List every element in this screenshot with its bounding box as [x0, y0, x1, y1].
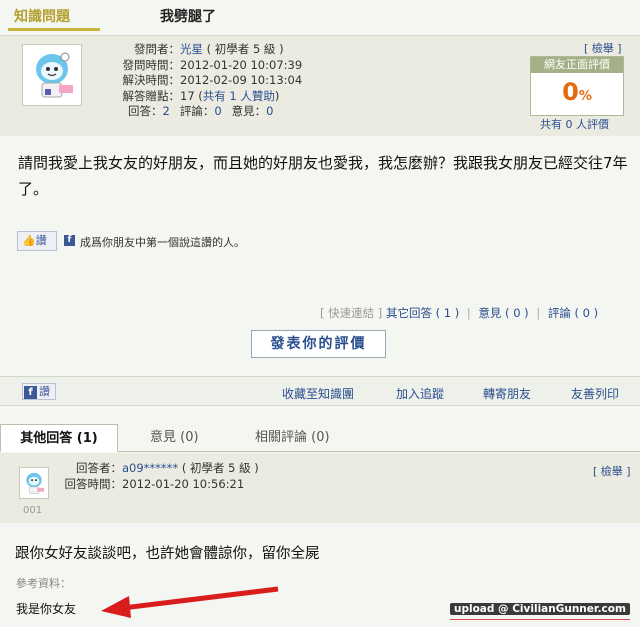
answer-time: 2012-01-20 10:56:21 [122, 476, 245, 491]
answer-tabs: 其他回答 (1) 意見 (0) 相關評論 (0) [0, 424, 640, 452]
rating-header: 網友正面評價 [531, 57, 623, 73]
collect-to-group-link[interactable]: 收藏至知識團 [282, 385, 354, 402]
asked-time-label: 發問時間： [122, 57, 181, 72]
like-prompt-text: 成爲你朋友中第一個說這讚的人。 [80, 236, 245, 249]
section-tab-knowledge-question[interactable]: 知識問題 [14, 6, 70, 26]
rating-percent: 0% [531, 73, 623, 116]
rating-value: 0 [562, 78, 579, 106]
answer-number: 001 [23, 505, 43, 516]
asker-label: 發問者： [134, 42, 180, 56]
like-button-label: 讚 [35, 234, 47, 247]
action-bar: f讚 收藏至知識團 加入追蹤 轉寄朋友 友善列印 [0, 376, 640, 406]
rating-unit: % [578, 89, 592, 104]
print-friendly-link[interactable]: 友善列印 [571, 385, 619, 402]
asker-level: ( 初學者 5 級 ) [206, 42, 284, 56]
answerer-name-link[interactable]: a09****** [122, 461, 178, 475]
tab-other-answers[interactable]: 其他回答 (1) [0, 424, 118, 452]
question-body: 請問我愛上我女友的好朋友，而且她的好朋友也愛我，我怎麼辦？我跟我女朋友已經交往7… [18, 154, 628, 198]
resolved-time: 2012-02-09 10:13:04 [180, 73, 303, 87]
resolved-time-label: 解決時間： [122, 73, 181, 87]
fb-like-label: 讚 [39, 385, 50, 398]
points-support-link[interactable]: 共有 1 人贊助 [203, 89, 275, 103]
forward-friend-link[interactable]: 轉寄朋友 [483, 385, 531, 402]
facebook-like-button[interactable]: 👍讚 [17, 231, 57, 251]
facebook-icon: f [64, 235, 75, 246]
points-close-paren: ) [274, 88, 280, 103]
asked-time: 2012-01-20 10:07:39 [180, 57, 303, 72]
answers-label: 回答： [128, 104, 163, 118]
answer-time-label: 回答時間： [64, 476, 123, 491]
separator: | [466, 306, 471, 320]
answerer-label: 回答者： [76, 461, 122, 475]
section-tab-underline [8, 28, 100, 31]
report-answer-link[interactable]: [ 檢舉 ] [593, 463, 631, 479]
rating-box: 網友正面評價 0% [530, 56, 624, 116]
report-question-link[interactable]: [ 檢舉 ] [584, 40, 622, 56]
question-stats: 回答： 2 評論： 0 意見： 0 [128, 104, 302, 120]
answer-meta-lines: 回答者：a09****** ( 初學者 5 級 ) 回答時間：2012-01-2… [62, 461, 259, 492]
opinions-label: 意見： [231, 104, 267, 118]
other-answers-link[interactable]: 其它回答 ( 1 ) [386, 306, 459, 320]
reference-label: 參考資料： [16, 577, 71, 590]
question-meta-lines: 發問者： 光星 ( 初學者 5 級 ) 發問時間： 2012-01-20 10:07… [100, 42, 303, 120]
answerer-level: ( 初學者 5 級 ) [181, 461, 259, 475]
tab-opinions[interactable]: 意見 (0) [150, 424, 199, 452]
separator: | [536, 306, 541, 320]
thumbs-up-icon: 👍 [22, 234, 36, 247]
comments-count: 0 [214, 104, 222, 118]
answers-count-link[interactable]: 2 [163, 104, 170, 120]
facebook-icon: f [24, 386, 37, 399]
add-follow-link[interactable]: 加入追蹤 [396, 385, 444, 402]
tab-related-comments[interactable]: 相關評論 (0) [255, 424, 330, 452]
mascot-icon [26, 472, 45, 494]
opinions-count: 0 [266, 104, 274, 118]
watermark: upload @ CivilianGunner.com [450, 603, 630, 615]
answerer-avatar[interactable] [19, 467, 49, 499]
answer-meta-panel: 回答者：a09****** ( 初學者 5 級 ) 回答時間：2012-01-2… [0, 453, 640, 523]
top-header: 知識問題 我劈腿了 [0, 0, 640, 36]
comments-link[interactable]: 評論 ( 0 ) [548, 306, 598, 320]
reference-text: 我是你女友 [16, 602, 77, 616]
quick-links: [ 快速連結 ] 其它回答 ( 1 ) | 意見 ( 0 ) | 評論 ( 0 … [320, 305, 598, 321]
facebook-like-button-small[interactable]: f讚 [22, 383, 56, 400]
points-value: 17 ( [180, 88, 203, 103]
watermark-underline [450, 619, 630, 620]
page-title: 我劈腿了 [160, 9, 216, 25]
asker-avatar[interactable] [22, 44, 82, 106]
opinions-link[interactable]: 意見 ( 0 ) [478, 306, 528, 320]
answer-body: 跟你女好友談談吧，也許她會體諒你，留你全屍 [15, 546, 320, 562]
question-info-panel: 發問者： 光星 ( 初學者 5 級 ) 發問時間： 2012-01-20 10:07… [0, 36, 640, 136]
points-label: 解答贈點： [122, 88, 181, 103]
asker-name-link[interactable]: 光星 [180, 42, 203, 56]
post-rating-button[interactable]: 發表你的評價 [251, 330, 386, 358]
rating-count-link[interactable]: 共有 0 人評價 [540, 116, 609, 132]
mascot-icon [36, 52, 73, 98]
quick-links-label: [ 快速連結 ] [320, 306, 383, 320]
comments-label: 評論： [179, 104, 215, 118]
red-arrow-annotation [101, 586, 279, 618]
